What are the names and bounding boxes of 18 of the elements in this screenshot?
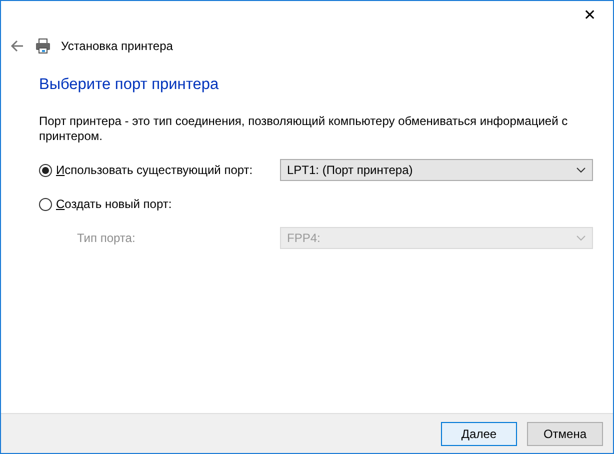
dialog-button[interactable]: Далее — [441, 422, 517, 446]
description-text: Порт принтера - это тип соединения, позволяющий компьютеру обмениваться информацией с принтером. — [39, 114, 569, 144]
radio-label[interactable]: Создать новый порт: — [56, 195, 280, 214]
dropdown-value: LPT1: (Порт принтера) — [287, 162, 413, 180]
field-label: Тип порта: — [76, 230, 136, 248]
page-heading: Выберите порт принтера — [39, 75, 220, 95]
window-title: Установка принтера — [61, 38, 173, 55]
chevron-icon — [576, 235, 586, 242]
radio-label[interactable]: Использовать существующий порт: — [56, 161, 280, 180]
dropdown-value: FPP4: — [287, 230, 320, 248]
radio-button[interactable] — [39, 198, 52, 211]
printer-icon — [35, 38, 51, 54]
close-button[interactable]: ✕ — [567, 1, 613, 31]
port-dropdown[interactable]: LPT1: (Порт принтера) — [280, 159, 593, 182]
chevron-icon — [576, 167, 586, 174]
back-button[interactable] — [9, 38, 25, 54]
dialog-button[interactable]: Отмена — [527, 422, 603, 446]
radio-button[interactable] — [39, 164, 52, 177]
